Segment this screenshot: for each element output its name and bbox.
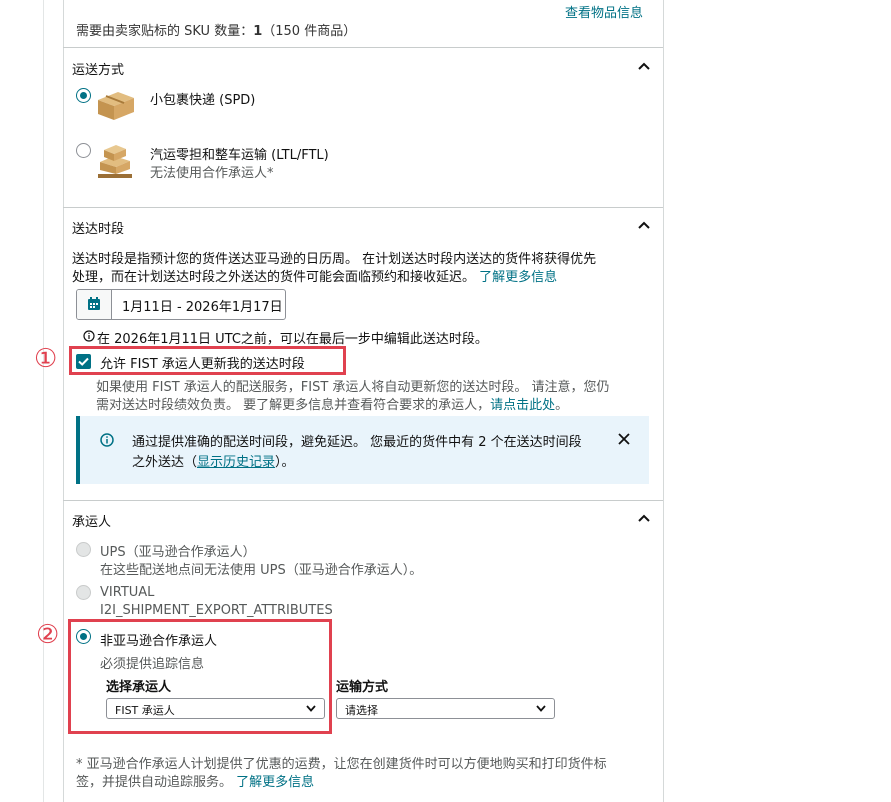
highlight-box-carrier-select [68,619,332,734]
alert-text-suffix: ）。 [275,455,295,470]
fist-desc-text: 需对送达时段绩效负责。 要了解更多信息并查看符合要求的承运人， [96,398,491,413]
delivery-window-title: 送达时段 [72,222,125,237]
shipping-method-select[interactable]: 请选择 [336,698,555,719]
virtual-sublabel: I2I_SHIPMENT_EXPORT_ATTRIBUTES [100,603,333,618]
fist-desc-1: 如果使用 FIST 承运人的配送服务，FIST 承运人将自动更新您的送达时段。 … [96,380,610,395]
annotation-marker-2: ② [36,620,60,650]
delivery-date-picker[interactable]: 1月11日 - 2026年1月17日 [76,289,286,320]
partner-carrier-footnote-2: 签，并提供自动追踪服务。 了解更多信息 [76,771,314,790]
ups-label: UPS（亚马逊合作承运人） [100,545,256,560]
delivery-window-edit-note: 在 2026年1月11日 UTC之前，可以在最后一步中编辑此送达时段。 [97,332,488,347]
radio-ltl-ftl[interactable] [76,143,91,158]
delivery-window-desc-text: 处理，而在计划送达时段之外送达的货件可能会面临预约和接收延迟。 [72,270,476,285]
partner-carrier-footnote-1: * 亚马逊合作承运人计划提供了优惠的运费，让您在创建货件时可以方便地购买和打印货… [76,757,607,772]
section-divider [63,207,663,208]
sku-count-line: 需要由卖家贴标的 SKU 数量：1（150 件商品） [76,20,356,39]
ltl-ftl-label: 汽运零担和整车运输 (LTL/FTL) [150,148,329,163]
radio-spd[interactable] [76,88,91,103]
chevron-down-icon [536,705,546,712]
highlight-box-fist-checkbox [69,346,346,375]
footnote-learn-more-link[interactable]: 了解更多信息 [236,775,314,790]
sku-suffix: （150 件商品） [262,24,357,39]
calendar-icon [88,297,100,310]
alert-text-prefix: 之外送达（ [132,455,198,470]
sku-count: 1 [253,24,263,39]
view-items-link[interactable]: 查看物品信息 [565,2,643,21]
delivery-window-desc-2: 处理，而在计划送达时段之外送达的货件可能会面临预约和接收延迟。 了解更多信息 [72,266,557,285]
close-icon[interactable] [618,433,630,445]
annotation-marker-1: ① [34,344,58,374]
sku-prefix: 需要由卖家贴标的 SKU 数量： [76,24,254,39]
fist-desc-end: 。 [555,398,569,413]
spd-label: 小包裹快递 (SPD) [150,93,256,108]
ups-sublabel: 在这些配送地点间无法使用 UPS（亚马逊合作承运人）。 [100,563,423,578]
page-left-rule [43,0,44,802]
footnote-text: 签，并提供自动追踪服务。 [76,775,233,790]
learn-more-link[interactable]: 了解更多信息 [479,270,557,285]
info-circle-icon [83,330,95,342]
pallet-boxes-icon [98,145,132,178]
virtual-label: VIRTUAL [100,585,155,600]
shipping-method-label: 运输方式 [336,680,389,695]
alert-text-1: 通过提供准确的配送时间段，避免延迟。 您最近的货件中有 2 个在送达时间段 [132,435,582,450]
info-icon [100,433,114,447]
fist-desc-2: 需对送达时段绩效负责。 要了解更多信息并查看符合要求的承运人，请点击此处。 [96,394,568,413]
alert-text-2: 之外送达（显示历史记录）。 [132,451,295,470]
small-parcel-box-icon [98,92,134,120]
carrier-title: 承运人 [72,515,112,530]
fist-click-here-link[interactable]: 请点击此处 [490,398,555,413]
shipping-mode-title: 运送方式 [72,63,125,78]
shipping-method-select-value: 请选择 [345,704,378,717]
section-divider [63,47,663,48]
delivery-window-desc-1: 送达时段是指预计您的货件送达亚马逊的日历周。 在计划送达时段内送达的货件将获得优… [72,252,597,267]
ltl-ftl-sublabel: 无法使用合作承运人* [150,166,274,181]
radio-virtual[interactable] [76,585,91,600]
show-history-link[interactable]: 显示历史记录 [197,455,275,470]
collapse-chevron-icon[interactable] [638,221,650,229]
collapse-chevron-icon[interactable] [638,62,650,70]
section-divider [63,500,663,501]
collapse-chevron-icon[interactable] [638,514,650,522]
delivery-date-value: 1月11日 - 2026年1月17日 [122,300,283,315]
radio-ups[interactable] [76,542,91,557]
delivery-delay-alert: 通过提供准确的配送时间段，避免延迟。 您最近的货件中有 2 个在送达时间段 之外… [76,416,649,484]
